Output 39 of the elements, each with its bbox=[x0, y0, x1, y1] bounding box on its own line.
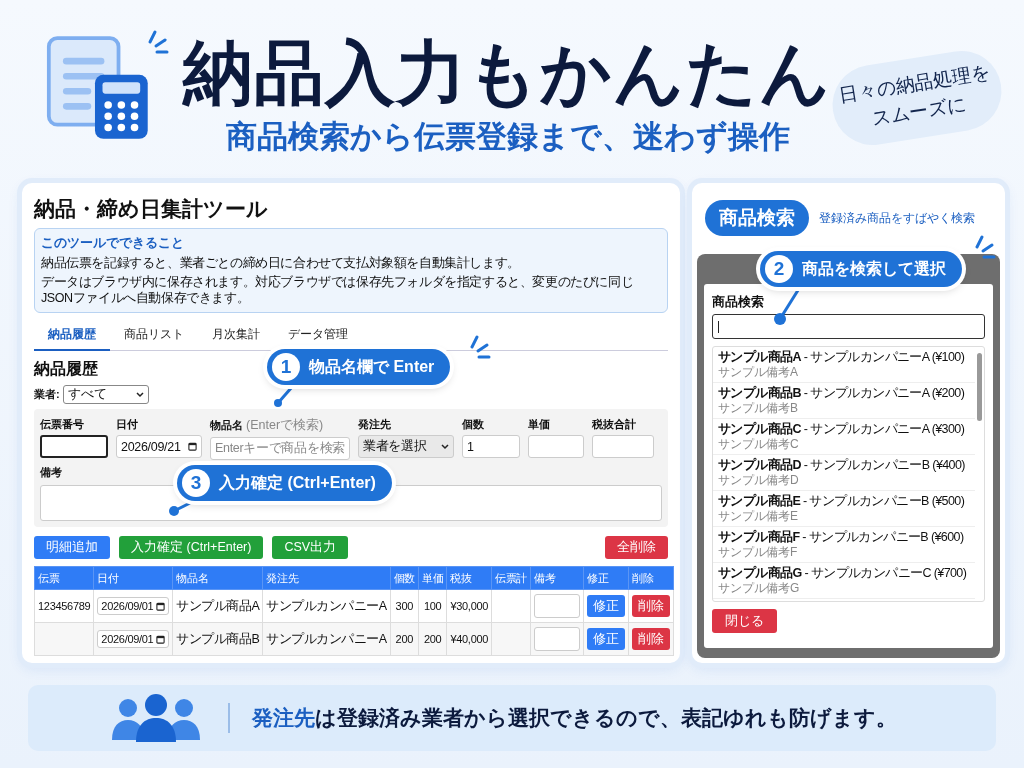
headline: 納品入力もかんたん bbox=[183, 33, 833, 114]
subheadline: 商品検索から伝票登録まで、迷わず操作 bbox=[226, 118, 790, 156]
field-label: 発注先 bbox=[358, 417, 391, 432]
feature-caption: 登録済み商品をすばやく検索 bbox=[819, 210, 975, 226]
column-header: 税抜 bbox=[446, 566, 492, 590]
field-label: 商品検索 bbox=[712, 294, 764, 311]
footer-text: 発注先は登録済み業者から選択できるので、表記ゆれも防げます。 bbox=[252, 705, 897, 731]
column-header: 日付 bbox=[93, 566, 173, 590]
field-label: 個数 bbox=[462, 417, 484, 432]
table-cell: サンプル商品A bbox=[172, 589, 263, 623]
field-label: 備考 bbox=[40, 465, 62, 480]
table-cell: 100 bbox=[418, 589, 447, 623]
field-label: 物品名 (Enterで検索) bbox=[210, 417, 324, 434]
field-label: 税抜合計 bbox=[592, 417, 636, 432]
app-title: 納品・締め日集計ツール bbox=[34, 196, 268, 222]
table-cell: サンプル商品B bbox=[172, 622, 263, 656]
feature-badge: 商品検索 bbox=[705, 200, 809, 236]
table-cell: ¥30,000 bbox=[446, 589, 492, 623]
info-text: 納品伝票を記録すると、業者ごとの締め日に合わせて支払対象額を自動集計します。 bbox=[41, 255, 521, 271]
table-cell: 123456789 bbox=[34, 589, 94, 623]
column-header: 備考 bbox=[530, 566, 584, 590]
table-cell: 300 bbox=[390, 589, 419, 623]
section-title: 納品履歴 bbox=[34, 359, 98, 379]
column-header: 物品名 bbox=[172, 566, 263, 590]
column-header: 伝票計 bbox=[491, 566, 531, 590]
table-cell: サンプルカンパニーA bbox=[262, 622, 391, 656]
info-text: データはブラウザ内に保存されます。対応ブラウザでは保存先フォルダを指定すると、変更のたびに同じJSONファイルへ自動保存できます。 bbox=[41, 274, 635, 306]
field-label: 単価 bbox=[528, 417, 550, 432]
column-header: 伝票 bbox=[34, 566, 94, 590]
info-heading: このツールでできること bbox=[41, 235, 184, 252]
column-header: 修正 bbox=[583, 566, 629, 590]
filter-label: 業者: bbox=[34, 387, 60, 402]
column-header: 削除 bbox=[628, 566, 674, 590]
column-header: 個数 bbox=[390, 566, 419, 590]
column-header: 単価 bbox=[418, 566, 447, 590]
column-header: 発注先 bbox=[262, 566, 391, 590]
table-cell: サンプルカンパニーA bbox=[262, 589, 391, 623]
field-label: 日付 bbox=[116, 417, 138, 432]
field-label: 伝票番号 bbox=[40, 417, 84, 432]
